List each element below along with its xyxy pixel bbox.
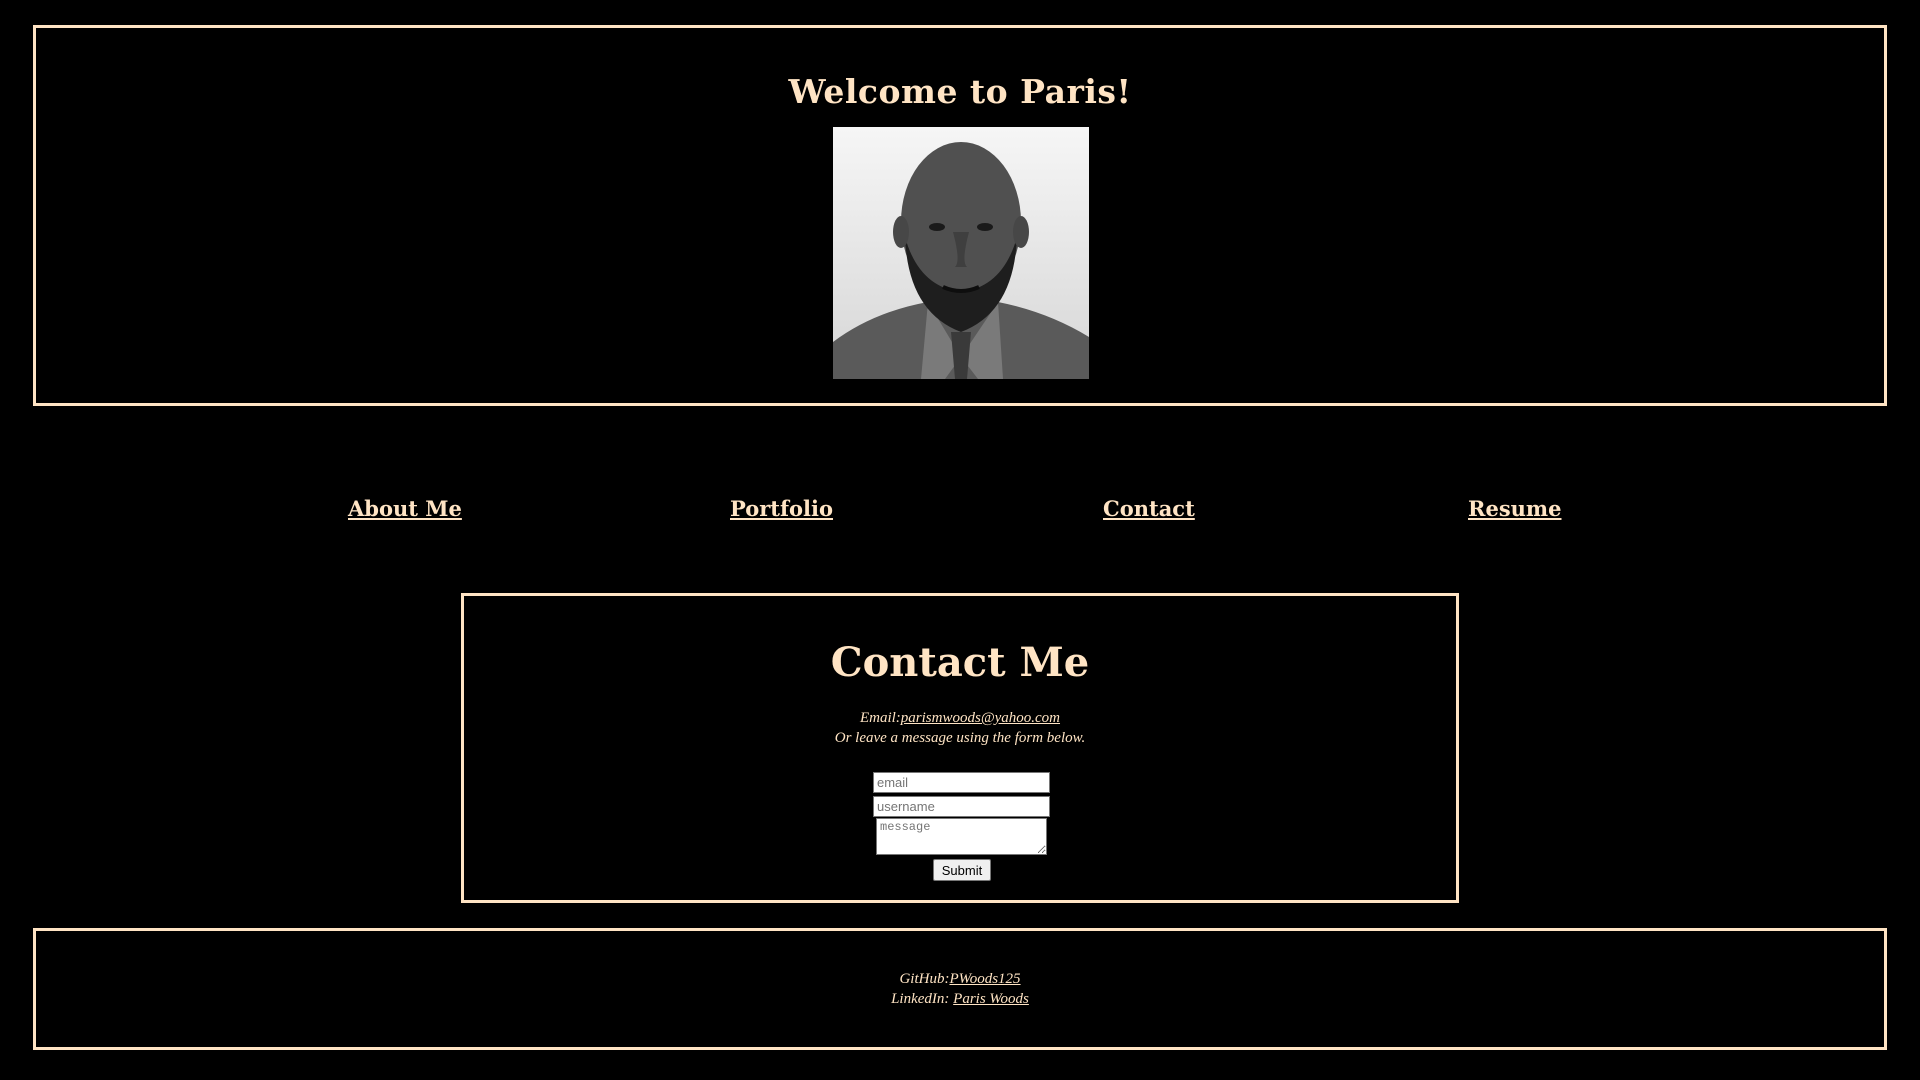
nav-about-me-link[interactable]: About Me	[348, 496, 462, 521]
submit-button[interactable]: Submit	[933, 859, 991, 881]
site-title: Welcome to Paris!	[788, 72, 1132, 111]
contact-section: Contact Me Email:parismwoods@yahoo.com O…	[461, 593, 1459, 903]
contact-email-line: Email:parismwoods@yahoo.com	[464, 710, 1456, 727]
message-textarea[interactable]	[876, 818, 1047, 855]
nav-portfolio-link[interactable]: Portfolio	[730, 496, 833, 521]
github-link[interactable]: PWoods125	[949, 971, 1020, 987]
form-hint-text: Or leave a message using the form below.	[834, 730, 1086, 746]
email-label: Email:	[859, 710, 901, 726]
nav-resume-link[interactable]: Resume	[1468, 496, 1562, 521]
github-line: GitHub:PWoods125	[36, 971, 1884, 988]
linkedin-line: LinkedIn: Paris Woods	[36, 991, 1884, 1008]
profile-photo	[833, 127, 1089, 379]
linkedin-label: LinkedIn:	[891, 991, 954, 1007]
header-section: Welcome to Paris!	[33, 25, 1887, 406]
email-link[interactable]: parismwoods@yahoo.com	[901, 710, 1060, 726]
linkedin-link[interactable]: Paris Woods	[953, 991, 1029, 1007]
main-navigation: About Me Portfolio Contact Resume	[0, 496, 1920, 532]
github-label: GitHub:	[899, 971, 950, 987]
contact-title: Contact Me	[830, 639, 1090, 686]
nav-contact-link[interactable]: Contact	[1103, 496, 1195, 521]
email-input[interactable]	[873, 772, 1050, 793]
username-input[interactable]	[873, 796, 1050, 817]
footer-section: GitHub:PWoods125 LinkedIn: Paris Woods	[33, 928, 1887, 1050]
